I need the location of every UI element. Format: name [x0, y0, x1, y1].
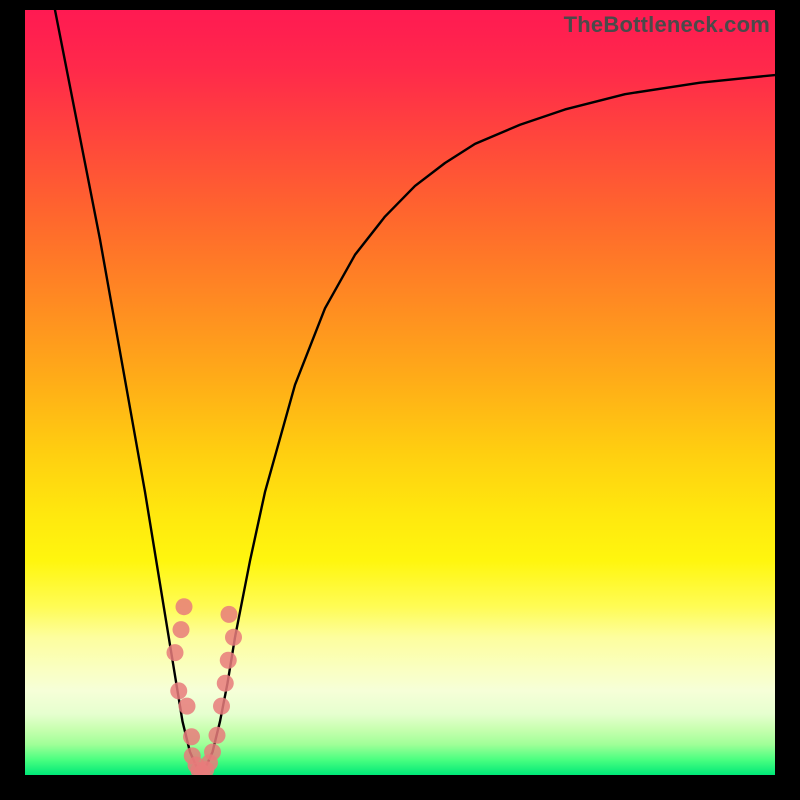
chart-frame: TheBottleneck.com — [0, 0, 800, 800]
background-gradient — [25, 10, 775, 775]
plot-area — [25, 10, 775, 775]
